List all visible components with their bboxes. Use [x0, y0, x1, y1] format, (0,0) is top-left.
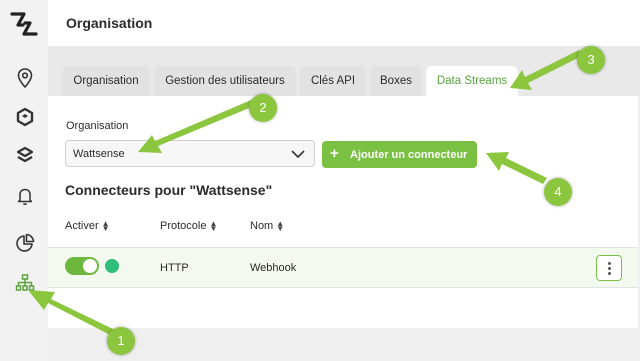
column-header-label: Activer [65, 220, 99, 232]
tab-boxes[interactable]: Boxes [370, 66, 422, 96]
tab-label: Gestion des utilisateurs [165, 75, 285, 87]
cube-outline-icon[interactable] [14, 106, 36, 128]
chevron-down-icon [291, 150, 305, 158]
pie-chart-icon[interactable] [14, 232, 36, 254]
sort-icon: ▲ ▼ [276, 219, 285, 234]
organisation-label: Organisation [66, 120, 129, 132]
section-title: Connecteurs pour "Wattsense" [65, 182, 273, 198]
plus-icon: + [330, 145, 339, 162]
location-pin-icon[interactable] [14, 67, 36, 89]
name-cell: Webhook [250, 262, 297, 274]
add-connector-button[interactable]: + Ajouter un connecteur [322, 141, 477, 168]
status-indicator [105, 259, 119, 273]
kebab-dot [608, 267, 611, 270]
tab-label: Boxes [380, 75, 412, 87]
page-header: Organisation [48, 0, 640, 47]
kebab-dot [608, 262, 611, 265]
column-header-label: Nom [250, 220, 274, 232]
sort-icon: ▲ ▼ [101, 219, 110, 234]
column-header-nom[interactable]: Nom ▲ ▼ [250, 219, 285, 234]
annotation-marker-1: 1 [107, 327, 135, 355]
annotation-marker-4: 4 [544, 178, 572, 206]
kebab-dot [608, 272, 611, 275]
tab-organisation[interactable]: Organisation [62, 66, 150, 96]
table-row[interactable] [48, 247, 638, 288]
tab-label: Clés API [310, 75, 356, 87]
column-header-label: Protocole [160, 220, 207, 232]
toggle-knob [83, 259, 97, 273]
layers-icon[interactable] [14, 145, 36, 167]
column-header-protocole[interactable]: Protocole ▲ ▼ [160, 219, 218, 234]
annotation-marker-3: 3 [577, 46, 605, 74]
organisation-select[interactable]: Wattsense [65, 140, 315, 167]
sort-icon: ▲ ▼ [209, 219, 218, 234]
bell-icon[interactable] [14, 185, 36, 207]
column-header-activer[interactable]: Activer ▲ ▼ [65, 219, 110, 234]
network-icon[interactable] [14, 272, 36, 294]
tab-gestion-utilisateurs[interactable]: Gestion des utilisateurs [154, 66, 296, 96]
row-actions-button[interactable] [596, 255, 622, 281]
protocol-cell: HTTP [160, 262, 189, 274]
enable-toggle[interactable] [65, 257, 99, 275]
tab-data-streams[interactable]: Data Streams [426, 66, 518, 96]
page-title: Organisation [66, 15, 153, 31]
tab-label: Organisation [73, 75, 139, 87]
sidebar [0, 0, 49, 361]
annotation-marker-2: 2 [249, 94, 277, 122]
organisation-select-value: Wattsense [73, 148, 125, 160]
data-streams-panel [48, 96, 638, 328]
add-connector-label: Ajouter un connecteur [350, 149, 468, 161]
logo-icon[interactable] [8, 8, 40, 40]
tab-cles-api[interactable]: Clés API [300, 66, 366, 96]
tab-label: Data Streams [436, 75, 508, 87]
